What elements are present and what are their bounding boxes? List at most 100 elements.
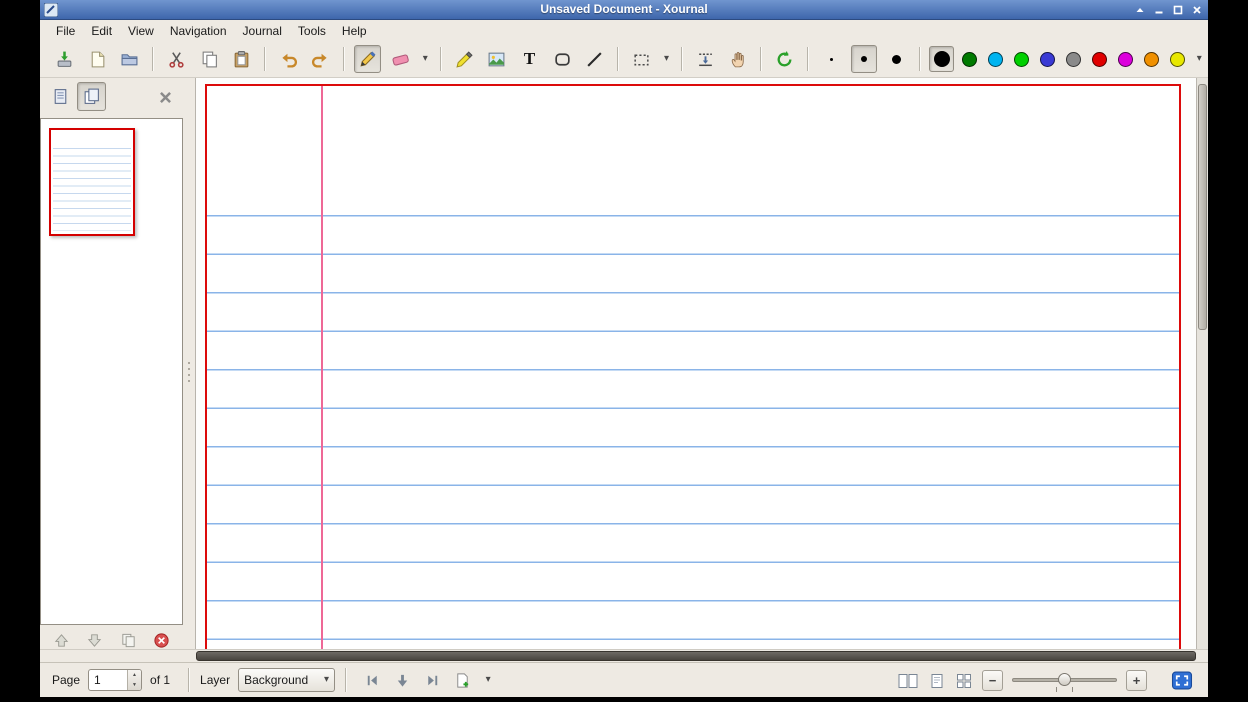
undo-button[interactable] — [275, 45, 302, 73]
close-button[interactable] — [1189, 3, 1204, 17]
page-options-button[interactable]: ▾ — [480, 668, 496, 692]
zoom-tick — [1056, 687, 1057, 692]
eraser-options-button[interactable]: ▾ — [418, 45, 433, 73]
fit-page-icon — [928, 673, 946, 689]
hand-tool-button[interactable] — [725, 45, 752, 73]
menu-file[interactable]: File — [48, 22, 83, 40]
color-black-button[interactable] — [929, 46, 954, 72]
color-blue-button[interactable] — [1037, 46, 1058, 72]
stacked-pages-icon — [82, 87, 101, 106]
spin-up-button[interactable]: ▲ — [128, 670, 141, 680]
color-magenta-swatch — [1118, 52, 1133, 67]
pen-size-thick-button[interactable] — [883, 45, 910, 73]
first-page-button[interactable] — [360, 668, 384, 692]
single-page-icon — [51, 87, 70, 106]
color-orange-button[interactable] — [1141, 46, 1162, 72]
vertical-space-button[interactable] — [692, 45, 719, 73]
color-gray-swatch — [1066, 52, 1081, 67]
sidebar-tab-layers[interactable] — [46, 82, 75, 111]
zoom-slider-handle[interactable] — [1058, 673, 1071, 686]
shape-recognizer-button[interactable] — [549, 45, 576, 73]
main-area — [40, 78, 1208, 649]
dual-page-view-button[interactable] — [897, 673, 919, 689]
page-canvas[interactable] — [205, 84, 1181, 649]
default-pen-button[interactable] — [771, 45, 798, 73]
toolbar: ▾ T ▾ — [40, 41, 1208, 78]
spin-down-button[interactable]: ▼ — [128, 680, 141, 690]
save-button[interactable] — [51, 45, 78, 73]
color-gray-button[interactable] — [1063, 46, 1084, 72]
cut-button[interactable] — [163, 45, 190, 73]
page-label: Page — [52, 673, 80, 687]
plus-icon: + — [1133, 674, 1141, 687]
zoom-in-button[interactable]: + — [1126, 670, 1147, 691]
color-red-swatch — [1092, 52, 1107, 67]
pen-size-medium-button[interactable] — [851, 45, 878, 73]
select-options-button[interactable]: ▾ — [659, 45, 674, 73]
color-red-button[interactable] — [1089, 46, 1110, 72]
thumbnail-ruling — [53, 148, 131, 231]
pen-size-fine-button[interactable] — [818, 45, 845, 73]
sidebar-splitter[interactable] — [186, 362, 191, 382]
menu-view[interactable]: View — [120, 22, 162, 40]
duplicate-pages-icon — [120, 632, 137, 649]
highlighter-tool-button[interactable] — [451, 45, 478, 73]
color-yellow-button[interactable] — [1167, 46, 1188, 72]
color-dark-green-swatch — [962, 52, 977, 67]
color-light-blue-swatch — [988, 52, 1003, 67]
color-light-blue-button[interactable] — [985, 46, 1006, 72]
maximize-button[interactable] — [1170, 3, 1185, 17]
horizontal-scrollbar[interactable] — [40, 649, 1208, 662]
color-green-button[interactable] — [1011, 46, 1032, 72]
minimize-button[interactable] — [1151, 3, 1166, 17]
window-title: Unsaved Document - Xournal — [40, 2, 1208, 16]
menubar: File Edit View Navigation Journal Tools … — [40, 20, 1208, 41]
color-magenta-button[interactable] — [1115, 46, 1136, 72]
zoom-out-button[interactable]: − — [982, 670, 1003, 691]
paste-button[interactable] — [228, 45, 255, 73]
copy-button[interactable] — [196, 45, 223, 73]
image-icon — [487, 50, 506, 69]
new-page-after-button[interactable] — [450, 668, 474, 692]
scissors-icon — [167, 50, 186, 69]
next-page-button[interactable] — [390, 668, 414, 692]
page-number-input[interactable]: 1 — [89, 670, 127, 690]
thumbnails-view-button[interactable] — [955, 673, 973, 689]
last-page-button[interactable] — [420, 668, 444, 692]
zoom-controls: − + — [897, 663, 1194, 698]
menu-help[interactable]: Help — [334, 22, 375, 40]
layer-select[interactable]: Background ▾ — [238, 668, 335, 692]
menu-edit[interactable]: Edit — [83, 22, 120, 40]
open-button[interactable] — [116, 45, 143, 73]
ruler-tool-button[interactable] — [582, 45, 609, 73]
redo-button[interactable] — [308, 45, 335, 73]
menu-journal[interactable]: Journal — [235, 22, 290, 40]
pages-panel — [40, 118, 183, 625]
copy-icon — [200, 50, 219, 69]
menu-tools[interactable]: Tools — [290, 22, 334, 40]
fit-page-button[interactable] — [928, 673, 946, 689]
color-dark-green-button[interactable] — [959, 46, 980, 72]
color-options-button[interactable]: ▾ — [1192, 45, 1207, 73]
page-thumbnail[interactable] — [49, 128, 135, 236]
horizontal-scrollbar-thumb[interactable] — [196, 651, 1196, 661]
new-document-button[interactable] — [84, 45, 111, 73]
menu-navigation[interactable]: Navigation — [162, 22, 235, 40]
shade-window-button[interactable] — [1132, 3, 1147, 17]
vertical-scrollbar[interactable] — [1196, 78, 1208, 649]
sidebar-close-button[interactable] — [154, 86, 176, 108]
image-tool-button[interactable] — [483, 45, 510, 73]
chevron-down-icon: ▾ — [423, 54, 428, 64]
color-orange-swatch — [1144, 52, 1159, 67]
eraser-tool-button[interactable] — [387, 45, 414, 73]
vertical-scrollbar-thumb[interactable] — [1198, 84, 1207, 330]
color-yellow-swatch — [1170, 52, 1185, 67]
zoom-slider[interactable] — [1012, 669, 1117, 693]
fullscreen-button[interactable] — [1170, 670, 1194, 691]
pen-tool-button[interactable] — [354, 45, 381, 73]
select-rectangle-button[interactable] — [628, 45, 655, 73]
sidebar-tab-pages[interactable] — [77, 82, 106, 111]
text-tool-button[interactable]: T — [516, 45, 543, 73]
text-tool-icon: T — [524, 49, 535, 69]
xournal-window: Unsaved Document - Xournal File Edit Vie… — [40, 0, 1208, 697]
